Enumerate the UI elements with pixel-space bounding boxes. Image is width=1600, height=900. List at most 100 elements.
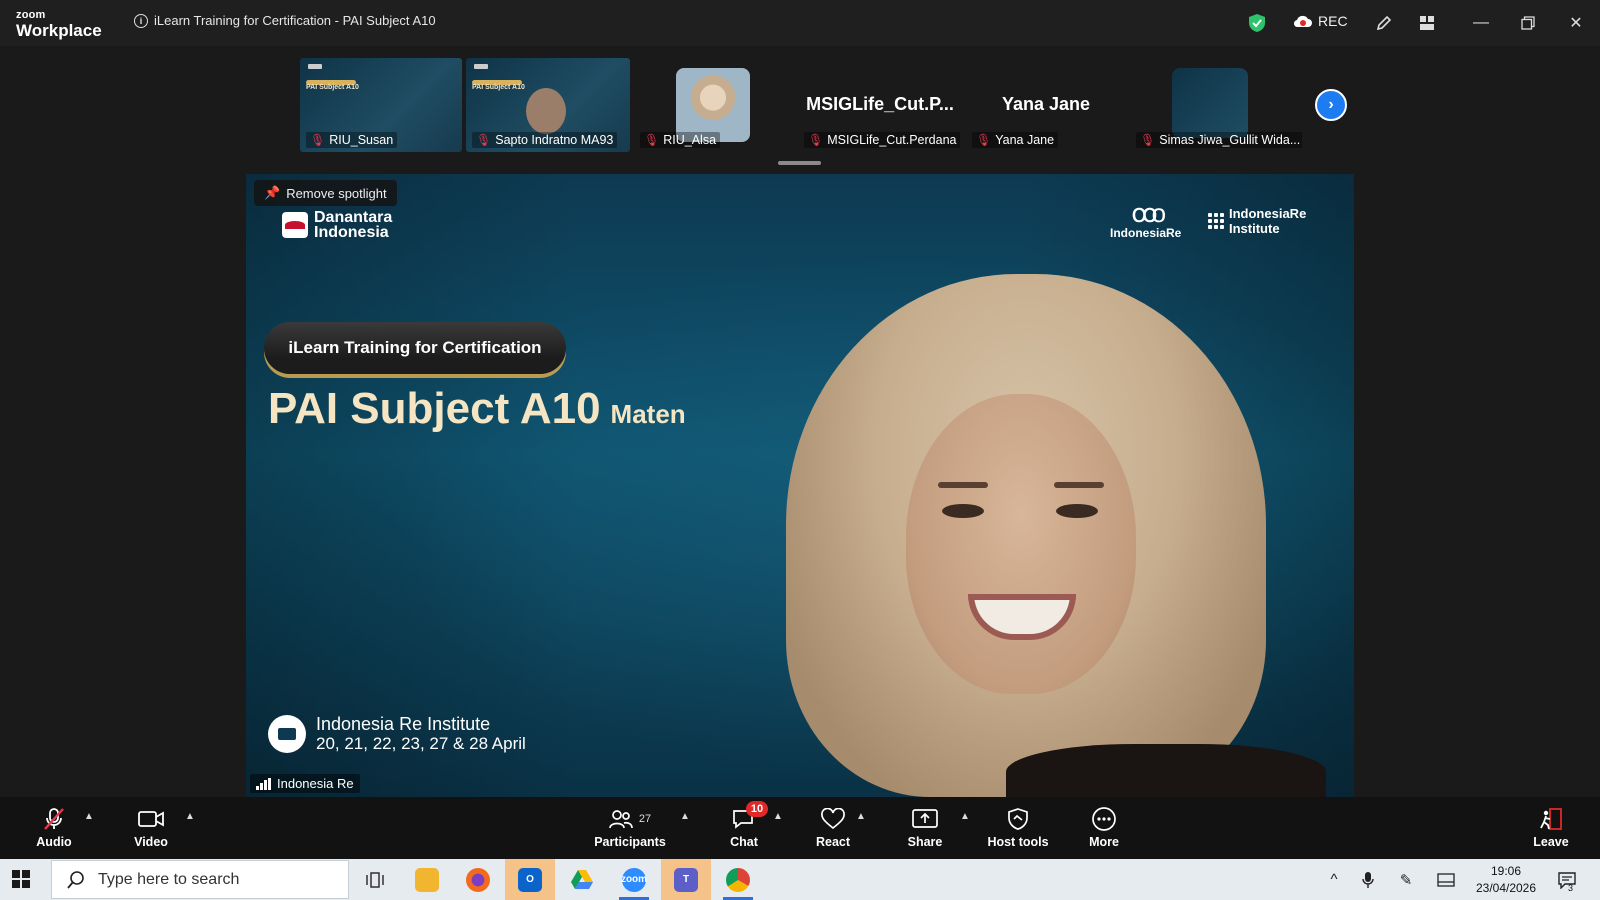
- taskbar-search-input[interactable]: Type here to search: [51, 860, 349, 899]
- task-view-icon[interactable]: [350, 859, 400, 900]
- restore-icon[interactable]: [1515, 10, 1541, 36]
- participant-name-tag: 🎙 Sapto Indratno MA93: [472, 132, 618, 148]
- recording-indicator[interactable]: REC: [1293, 13, 1348, 29]
- participant-video: [526, 88, 566, 134]
- participants-options-caret-icon[interactable]: ▲: [680, 811, 690, 822]
- meeting-info[interactable]: i iLearn Training for Certification - PA…: [134, 13, 436, 28]
- mic-muted-icon: 🎙: [808, 133, 824, 147]
- indonesiare-text: IndonesiaRe: [1110, 226, 1182, 240]
- notifications-icon[interactable]: [1554, 859, 1580, 900]
- clock-time: 19:06: [1490, 864, 1522, 878]
- share-label: Share: [907, 835, 943, 849]
- audio-button[interactable]: Audio: [34, 805, 74, 849]
- pen-icon[interactable]: ✎: [1394, 859, 1418, 900]
- participant-tile[interactable]: MSIGLife_Cut.P... 🎙 MSIGLife_Cut.Perdana: [798, 58, 962, 152]
- remove-spotlight-button[interactable]: 📌 Remove spotlight: [254, 180, 397, 206]
- react-button[interactable]: React: [812, 805, 854, 849]
- host-tools-label: Host tools: [987, 835, 1049, 849]
- gallery-next-button[interactable]: ›: [1315, 89, 1347, 121]
- presenter-clothing: [1006, 744, 1326, 797]
- security-shield-icon[interactable]: [1248, 13, 1266, 33]
- participant-name: Sapto Indratno MA93: [495, 133, 614, 147]
- eye-right: [1056, 504, 1098, 518]
- outlook-icon[interactable]: O: [505, 859, 555, 900]
- speaker-name-tag: Indonesia Re: [250, 774, 360, 793]
- participant-name-tag: 🎙 RIU_Alsa: [640, 132, 721, 148]
- search-placeholder: Type here to search: [98, 870, 240, 888]
- teams-icon[interactable]: T: [661, 859, 711, 900]
- chrome-icon[interactable]: [713, 859, 763, 900]
- more-button[interactable]: More: [1086, 805, 1122, 849]
- headline-main: PAI Subject A10: [268, 384, 601, 433]
- host-tools-button[interactable]: Host tools: [986, 805, 1050, 849]
- apps-icon[interactable]: [1416, 12, 1438, 34]
- info-icon[interactable]: i: [134, 13, 148, 28]
- annotate-pen-icon[interactable]: [1373, 12, 1395, 34]
- participant-name: RIU_Alsa: [663, 133, 717, 147]
- danantara-text: Danantara Indonesia: [314, 209, 393, 241]
- pin-icon: 📌: [264, 185, 281, 200]
- participant-name: RIU_Susan: [329, 133, 394, 147]
- spotlight-video[interactable]: Danantara Indonesia ꝏo IndonesiaRe Indon…: [246, 174, 1354, 797]
- share-button[interactable]: Share: [904, 805, 946, 849]
- slide-logo: [308, 64, 322, 69]
- touch-keyboard-icon[interactable]: [1434, 859, 1458, 900]
- zoom-app-icon[interactable]: zoom: [609, 859, 659, 900]
- leave-door-icon: [1532, 805, 1570, 833]
- danantara-line1: Danantara: [314, 209, 393, 226]
- minimize-icon[interactable]: —: [1468, 10, 1494, 36]
- slide-title: PAI Subject A10: [472, 84, 525, 91]
- audio-options-caret-icon[interactable]: ▲: [84, 811, 94, 822]
- dots-grid-icon: [1208, 213, 1224, 229]
- participant-tile[interactable]: 🎙 RIU_Alsa: [634, 58, 794, 152]
- event-info: Indonesia Re Institute 20, 21, 22, 23, 2…: [268, 714, 526, 754]
- chat-unread-badge: 10: [746, 801, 768, 817]
- participant-display-name: Yana Jane: [1001, 94, 1091, 114]
- video-camera-icon: [130, 805, 172, 833]
- eye-left: [942, 504, 984, 518]
- leave-button[interactable]: Leave: [1532, 805, 1570, 849]
- brow-left: [938, 482, 988, 488]
- more-label: More: [1089, 835, 1119, 849]
- google-drive-icon[interactable]: [557, 859, 607, 900]
- react-options-caret-icon[interactable]: ▲: [856, 811, 866, 822]
- video-button[interactable]: Video: [130, 805, 172, 849]
- more-ellipsis-icon: [1086, 805, 1122, 833]
- participant-name: MSIGLife_Cut.Perdana: [827, 133, 957, 147]
- show-hidden-icons-icon[interactable]: ^: [1322, 859, 1346, 900]
- participants-icon: 27: [592, 805, 668, 833]
- participant-display-name: MSIGLife_Cut.P...: [806, 94, 954, 114]
- slide-headline: PAI Subject A10 Maten: [268, 384, 686, 434]
- participant-video: [676, 68, 750, 142]
- file-explorer-icon[interactable]: [402, 859, 452, 900]
- brow-right: [1054, 482, 1104, 488]
- meeting-controls: Audio ▲ Video ▲ 27 Participants ▲ 10 Cha…: [0, 797, 1600, 859]
- participant-tile[interactable]: PAI Subject A10 🎙 RIU_Susan: [300, 58, 462, 152]
- firefox-icon[interactable]: [453, 859, 503, 900]
- participant-name-tag: 🎙 MSIGLife_Cut.Perdana: [804, 132, 961, 148]
- video-options-caret-icon[interactable]: ▲: [185, 811, 195, 822]
- participant-tile[interactable]: Yana Jane 🎙 Yana Jane: [966, 58, 1126, 152]
- participant-name: Simas Jiwa_Gullit Wida...: [1159, 133, 1301, 147]
- close-icon[interactable]: ✕: [1563, 10, 1589, 36]
- chat-button[interactable]: 10 Chat: [726, 801, 768, 849]
- clock-date: 23/04/2026: [1475, 881, 1537, 895]
- share-options-caret-icon[interactable]: ▲: [960, 811, 970, 822]
- chat-bubble-icon: 10: [726, 801, 768, 833]
- danantara-line2: Indonesia: [314, 224, 389, 241]
- share-screen-icon: [904, 805, 946, 833]
- camera-badge-icon: [268, 715, 306, 753]
- windows-start-icon[interactable]: [12, 870, 30, 888]
- presenter-video: [786, 274, 1354, 797]
- microphone-icon[interactable]: [1356, 859, 1380, 900]
- participants-button[interactable]: 27 Participants: [592, 805, 668, 849]
- taskbar-clock[interactable]: 19:06 23/04/2026: [1466, 863, 1546, 897]
- audio-label: Audio: [36, 835, 72, 849]
- participant-tile[interactable]: 🎙 Simas Jiwa_Gullit Wida...: [1130, 58, 1302, 152]
- institute-text: IndonesiaRe Institute: [1229, 206, 1307, 236]
- mic-muted-icon: 🎙: [1140, 133, 1156, 147]
- participant-name-tag: 🎙 Yana Jane: [972, 132, 1059, 148]
- chat-options-caret-icon[interactable]: ▲: [773, 811, 783, 822]
- participant-tile[interactable]: PAI Subject A10 🎙 Sapto Indratno MA93: [466, 58, 630, 152]
- zoom-window: zoom Workplace i iLearn Training for Cer…: [0, 0, 1600, 900]
